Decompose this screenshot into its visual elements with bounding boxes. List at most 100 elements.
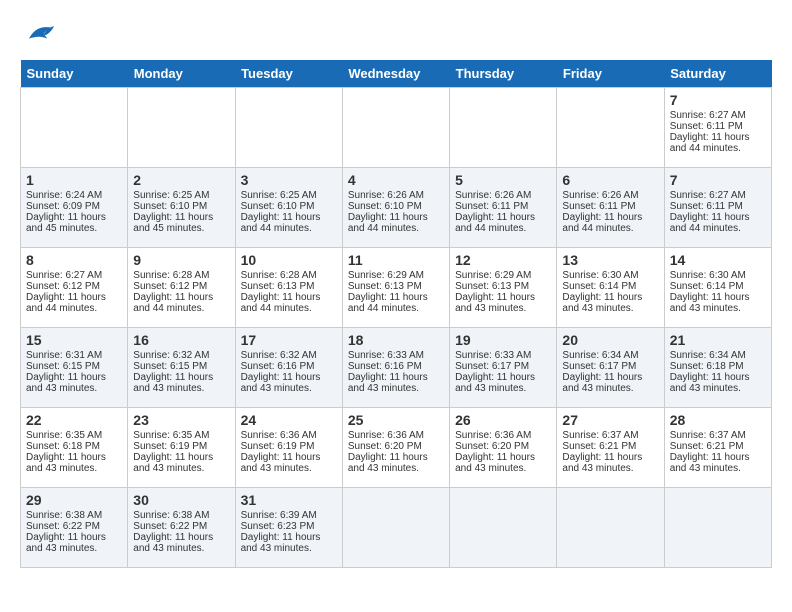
calendar-cell: 23Sunrise: 6:35 AMSunset: 6:19 PMDayligh… [128,408,235,488]
calendar-cell [128,88,235,168]
day-info: Sunset: 6:11 PM [670,201,766,212]
day-info: Daylight: 11 hours [455,452,551,463]
day-info: Sunset: 6:20 PM [455,441,551,452]
calendar-cell: 21Sunrise: 6:34 AMSunset: 6:18 PMDayligh… [664,328,771,408]
day-number: 18 [348,332,444,348]
day-info: Sunrise: 6:29 AM [455,270,551,281]
day-number: 5 [455,172,551,188]
day-info: Sunrise: 6:25 AM [133,190,229,201]
day-info: Daylight: 11 hours [133,372,229,383]
day-info: Sunset: 6:23 PM [241,521,337,532]
day-info: and 44 minutes. [241,303,337,314]
day-info: Sunrise: 6:37 AM [562,430,658,441]
calendar-cell: 28Sunrise: 6:37 AMSunset: 6:21 PMDayligh… [664,408,771,488]
day-info: and 43 minutes. [455,463,551,474]
calendar-cell [557,88,664,168]
day-info: and 45 minutes. [26,223,122,234]
day-number: 17 [241,332,337,348]
day-info: Sunrise: 6:27 AM [26,270,122,281]
day-info: Sunset: 6:19 PM [241,441,337,452]
day-info: Sunrise: 6:34 AM [670,350,766,361]
day-number: 23 [133,412,229,428]
day-number: 28 [670,412,766,428]
calendar-cell: 2Sunrise: 6:25 AMSunset: 6:10 PMDaylight… [128,168,235,248]
calendar-cell [664,488,771,568]
day-info: Sunset: 6:16 PM [241,361,337,372]
header-sunday: Sunday [21,60,128,88]
day-info: Sunrise: 6:24 AM [26,190,122,201]
day-info: and 43 minutes. [455,303,551,314]
day-info: Sunrise: 6:37 AM [670,430,766,441]
day-info: Daylight: 11 hours [26,452,122,463]
day-number: 9 [133,252,229,268]
day-info: Daylight: 11 hours [455,292,551,303]
day-info: Daylight: 11 hours [670,212,766,223]
day-info: Daylight: 11 hours [670,452,766,463]
day-info: Daylight: 11 hours [241,372,337,383]
day-number: 10 [241,252,337,268]
day-info: Daylight: 11 hours [562,452,658,463]
day-info: Sunrise: 6:31 AM [26,350,122,361]
day-info: Sunrise: 6:39 AM [241,510,337,521]
day-info: Sunrise: 6:26 AM [562,190,658,201]
day-number: 29 [26,492,122,508]
day-number: 7 [670,92,766,108]
calendar-cell: 11Sunrise: 6:29 AMSunset: 6:13 PMDayligh… [342,248,449,328]
day-info: Sunrise: 6:38 AM [133,510,229,521]
day-number: 19 [455,332,551,348]
calendar-cell [450,488,557,568]
day-number: 1 [26,172,122,188]
day-info: Daylight: 11 hours [26,212,122,223]
calendar-week-2: 1Sunrise: 6:24 AMSunset: 6:09 PMDaylight… [21,168,772,248]
day-info: Daylight: 11 hours [348,372,444,383]
day-info: Sunset: 6:17 PM [562,361,658,372]
day-info: and 43 minutes. [241,383,337,394]
day-info: Sunrise: 6:35 AM [26,430,122,441]
day-info: Sunset: 6:20 PM [348,441,444,452]
calendar-table: SundayMondayTuesdayWednesdayThursdayFrid… [20,60,772,568]
day-number: 3 [241,172,337,188]
day-number: 30 [133,492,229,508]
day-info: and 43 minutes. [670,303,766,314]
day-info: Sunset: 6:11 PM [562,201,658,212]
calendar-cell: 17Sunrise: 6:32 AMSunset: 6:16 PMDayligh… [235,328,342,408]
day-info: Sunset: 6:12 PM [26,281,122,292]
day-info: Sunset: 6:15 PM [133,361,229,372]
day-info: Daylight: 11 hours [348,212,444,223]
day-info: Sunrise: 6:28 AM [133,270,229,281]
day-info: Daylight: 11 hours [241,212,337,223]
day-info: Daylight: 11 hours [133,212,229,223]
day-info: and 43 minutes. [562,463,658,474]
day-info: Sunset: 6:10 PM [133,201,229,212]
day-info: Sunrise: 6:33 AM [348,350,444,361]
day-info: Daylight: 11 hours [562,372,658,383]
day-info: Sunset: 6:14 PM [562,281,658,292]
day-number: 21 [670,332,766,348]
day-info: Sunset: 6:15 PM [26,361,122,372]
day-info: and 44 minutes. [348,303,444,314]
calendar-cell: 26Sunrise: 6:36 AMSunset: 6:20 PMDayligh… [450,408,557,488]
day-info: Daylight: 11 hours [241,452,337,463]
day-info: Sunrise: 6:34 AM [562,350,658,361]
page-header [20,20,772,50]
day-info: Daylight: 11 hours [133,292,229,303]
calendar-cell: 15Sunrise: 6:31 AMSunset: 6:15 PMDayligh… [21,328,128,408]
day-info: and 43 minutes. [670,383,766,394]
day-number: 13 [562,252,658,268]
day-number: 20 [562,332,658,348]
day-info: and 43 minutes. [26,543,122,554]
day-number: 4 [348,172,444,188]
calendar-cell [21,88,128,168]
day-info: and 43 minutes. [562,303,658,314]
day-info: and 44 minutes. [670,223,766,234]
calendar-cell: 24Sunrise: 6:36 AMSunset: 6:19 PMDayligh… [235,408,342,488]
day-info: Sunrise: 6:32 AM [133,350,229,361]
calendar-cell [235,88,342,168]
calendar-week-3: 8Sunrise: 6:27 AMSunset: 6:12 PMDaylight… [21,248,772,328]
day-number: 31 [241,492,337,508]
calendar-cell: 25Sunrise: 6:36 AMSunset: 6:20 PMDayligh… [342,408,449,488]
day-info: and 44 minutes. [670,143,766,154]
day-info: Daylight: 11 hours [26,372,122,383]
day-info: Sunset: 6:18 PM [670,361,766,372]
day-number: 14 [670,252,766,268]
